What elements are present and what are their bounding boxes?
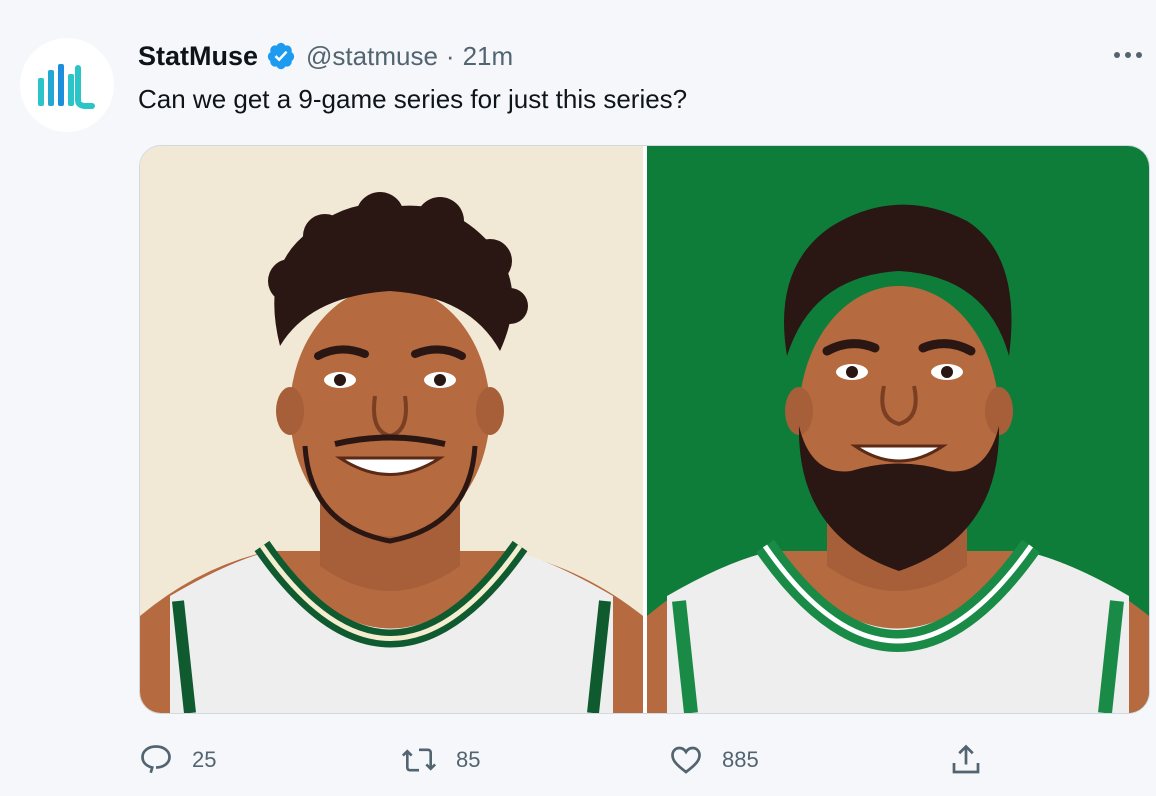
tweet-header: StatMuse @statmuse · 21m xyxy=(138,38,513,74)
share-icon xyxy=(952,744,980,774)
share-button[interactable] xyxy=(948,738,1002,782)
heart-icon xyxy=(671,746,701,774)
avatar[interactable] xyxy=(20,38,114,132)
player-illustration-right xyxy=(647,204,1149,713)
player-illustration-left xyxy=(140,192,643,713)
reply-count: 25 xyxy=(192,747,217,772)
author-name[interactable]: StatMuse xyxy=(138,41,258,72)
statmuse-logo-icon xyxy=(38,64,95,109)
verified-badge-icon xyxy=(266,41,296,71)
tweet-media[interactable] xyxy=(139,145,1150,714)
author-handle[interactable]: @statmuse xyxy=(306,41,438,72)
tweet[interactable]: StatMuse @statmuse · 21m Can we get a 9-… xyxy=(0,0,1156,796)
like-count: 885 xyxy=(722,747,759,772)
reply-icon xyxy=(141,745,171,774)
tweet-actions: 25 85 885 xyxy=(138,738,998,782)
more-options-icon[interactable] xyxy=(1110,42,1146,68)
tweet-time[interactable]: 21m xyxy=(463,41,514,72)
media-image-right[interactable] xyxy=(647,146,1149,713)
tweet-text: Can we get a 9-game series for just this… xyxy=(138,84,688,114)
like-button[interactable]: 885 xyxy=(668,738,759,782)
reply-button[interactable]: 25 xyxy=(138,738,216,782)
retweet-count: 85 xyxy=(456,747,481,772)
retweet-button[interactable]: 85 xyxy=(400,738,480,782)
retweet-icon xyxy=(401,748,437,772)
separator-dot: · xyxy=(445,40,455,71)
media-image-left[interactable] xyxy=(140,146,643,713)
